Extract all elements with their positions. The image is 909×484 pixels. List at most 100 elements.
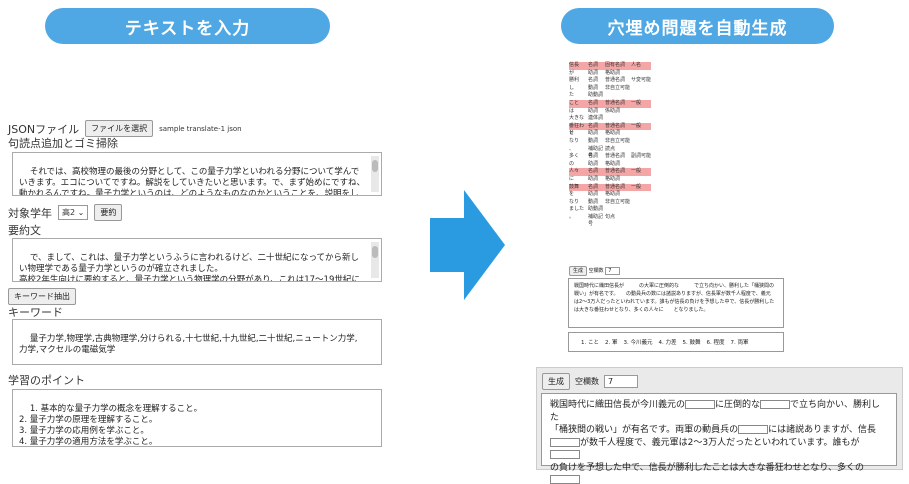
choice-item: 3. 今川義元: [623, 340, 653, 346]
raw-text: それでは、高校物理の最後の分野として、この量子力学といわれる分野について学んでい…: [19, 167, 365, 196]
points-heading: 学習のポイント: [8, 374, 85, 387]
points-text-area[interactable]: 1. 基本的な量子力学の概念を理解すること。 2. 量子力学の原理を理解すること…: [12, 389, 382, 447]
token-cell: 一般: [631, 168, 642, 175]
token-cell: 助詞: [588, 175, 599, 182]
token-cell: 勝利: [569, 77, 580, 84]
keyword-text-area[interactable]: 量子力学,物理学,古典物理学,分けられる,十七世紀,十九世紀,二十世紀,ニュート…: [12, 319, 382, 365]
token-cell: 普通名詞: [605, 99, 626, 106]
token-cell: 一般: [631, 183, 642, 190]
token-cell: [631, 176, 651, 184]
token-cell: し: [569, 84, 575, 91]
token-row: た 助動詞: [569, 92, 651, 100]
choice-item: 6. 程度: [706, 340, 725, 346]
token-table: 信長 名詞 固有名詞 人名が助詞 格助詞 勝利 名詞 普通名詞 サ変可能し動詞 非自立可能た助動詞…: [569, 62, 651, 228]
raw-text-area[interactable]: それでは、高校物理の最後の分野として、この量子力学といわれる分野について学んでい…: [12, 152, 382, 196]
token-cell: ました: [569, 206, 585, 213]
choice-list: 1. こと 2. 軍 3. 今川義元 4. 力差 5. 鼓舞 6. 程度 7. 両軍: [568, 332, 784, 352]
token-row: 多く 名詞 普通名詞 副詞可能: [569, 153, 651, 161]
token-cell: 多く: [569, 153, 580, 160]
token-row: 大きな 連体詞: [569, 115, 651, 123]
points-text: 1. 基本的な量子力学の概念を理解すること。 2. 量子力学の原理を理解すること…: [19, 404, 203, 447]
question-text: 「桶狭間の戦い」が有名です。両軍の動員兵の: [550, 425, 739, 435]
token-cell: [631, 138, 651, 146]
token-cell: 普通名詞: [605, 153, 626, 160]
mini-question-box: 戦国時代に織田信長が の大軍に圧倒的な で立ち向かい、勝利した「桶狭間の戦い」が…: [568, 278, 784, 328]
mini-blank-label: 空欄数: [588, 268, 604, 274]
token-row: こと 名詞 普通名詞 一般: [569, 99, 651, 108]
token-row: 鼓舞 名詞 普通名詞 一般: [569, 183, 651, 192]
blank-count-label: 空欄数: [575, 377, 599, 386]
summary-text: で、まして、これは、量子力学というふうに言われるけど、二十世紀になってから新しい…: [19, 253, 360, 282]
blank-input[interactable]: [550, 475, 580, 484]
token-cell: 一般: [631, 122, 642, 129]
token-cell: 一般: [631, 99, 642, 106]
token-cell: [605, 206, 631, 214]
token-cell: 番狂わせ: [569, 122, 585, 137]
token-cell: [631, 108, 651, 116]
summarize-button[interactable]: 要約: [94, 204, 123, 221]
token-cell: 非自立可能: [605, 84, 631, 91]
token-cell: 補助記号: [588, 145, 604, 160]
keyword-text: 量子力学,物理学,古典物理学,分けられる,十七世紀,十九世紀,二十世紀,ニュート…: [19, 334, 358, 355]
token-cell: 助詞: [588, 130, 599, 137]
choice-item: 2. 軍: [605, 340, 618, 346]
token-cell: 名詞: [588, 168, 599, 175]
mini-blank-count[interactable]: 7: [605, 267, 621, 275]
token-row: し動詞 非自立可能: [569, 85, 651, 93]
token-cell: 固有名詞: [605, 62, 626, 68]
token-cell: 、: [569, 145, 575, 152]
scrollbar[interactable]: [371, 242, 379, 278]
token-cell: 係助詞: [605, 107, 621, 114]
mini-controls: 生成 空欄数 7: [569, 266, 621, 276]
blank-input[interactable]: [760, 400, 791, 409]
blank-input[interactable]: [738, 425, 769, 434]
token-row: 信長 名詞 固有名詞 人名: [569, 62, 651, 70]
token-cell: 非自立可能: [605, 137, 631, 144]
token-cell: た: [569, 92, 575, 99]
choice-item: 1. こと: [581, 340, 599, 346]
generate-button[interactable]: 生成: [542, 373, 570, 390]
blank-input[interactable]: [550, 437, 580, 447]
token-row: 、 補助記号 読点: [569, 145, 651, 160]
token-row: ました 助動詞: [569, 206, 651, 214]
token-cell: 人名: [631, 62, 642, 68]
token-cell: [631, 199, 651, 207]
keyword-extract-button[interactable]: キーワード抽出: [8, 288, 76, 305]
token-cell: 格助詞: [605, 191, 621, 198]
token-cell: 句点: [605, 213, 616, 220]
token-row: 人々 名詞 普通名詞 一般: [569, 168, 651, 176]
question-text: が数千人程度で、義元軍は2〜3万人だったといわれています。誰もが: [580, 437, 860, 448]
token-cell: なり: [569, 198, 580, 205]
choice-item: 5. 鼓舞: [682, 340, 701, 346]
token-cell: 普通名詞: [605, 168, 626, 175]
token-cell: 助動詞: [588, 92, 604, 99]
token-cell: 補助記号: [588, 213, 604, 228]
token-cell: こと: [569, 99, 580, 106]
arrow-right-icon: [430, 190, 505, 300]
left-section-title: テキストを入力: [45, 8, 330, 44]
summary-heading: 要約文: [8, 224, 41, 237]
blank-input[interactable]: [550, 450, 580, 459]
scrollbar[interactable]: [371, 156, 379, 192]
cleanup-heading: 句読点追加とゴミ掃除: [8, 137, 118, 150]
grade-select[interactable]: 高2 ⌄: [58, 205, 89, 220]
question-text: 戦国時代に織田信長が今川義元の: [550, 400, 686, 410]
token-cell: 非自立可能: [605, 198, 631, 205]
question-text: に圧倒的な: [715, 400, 761, 410]
token-cell: と: [569, 130, 575, 137]
token-cell: 読点: [605, 145, 616, 152]
token-cell: を: [569, 191, 575, 198]
question-panel: 生成 空欄数 7 戦国時代に織田信長が今川義元の に圧倒的な で立ち向かい、勝利した…: [536, 367, 903, 484]
token-cell: [631, 206, 651, 214]
token-cell: 。: [569, 213, 575, 220]
summary-text-area[interactable]: で、まして、これは、量子力学というふうに言われるけど、二十世紀になってから新しい…: [12, 238, 382, 282]
token-cell: に: [569, 175, 575, 182]
question-text: には諸説ありますが、信長: [768, 425, 876, 435]
blank-count-input[interactable]: 7: [604, 375, 638, 388]
choice-item: 4. 力差: [658, 340, 677, 346]
blank-input[interactable]: [685, 400, 716, 409]
keyword-heading: キーワード: [8, 306, 63, 319]
token-cell: [631, 214, 651, 222]
token-cell: 格助詞: [605, 130, 621, 137]
mini-generate-button[interactable]: 生成: [569, 266, 588, 276]
